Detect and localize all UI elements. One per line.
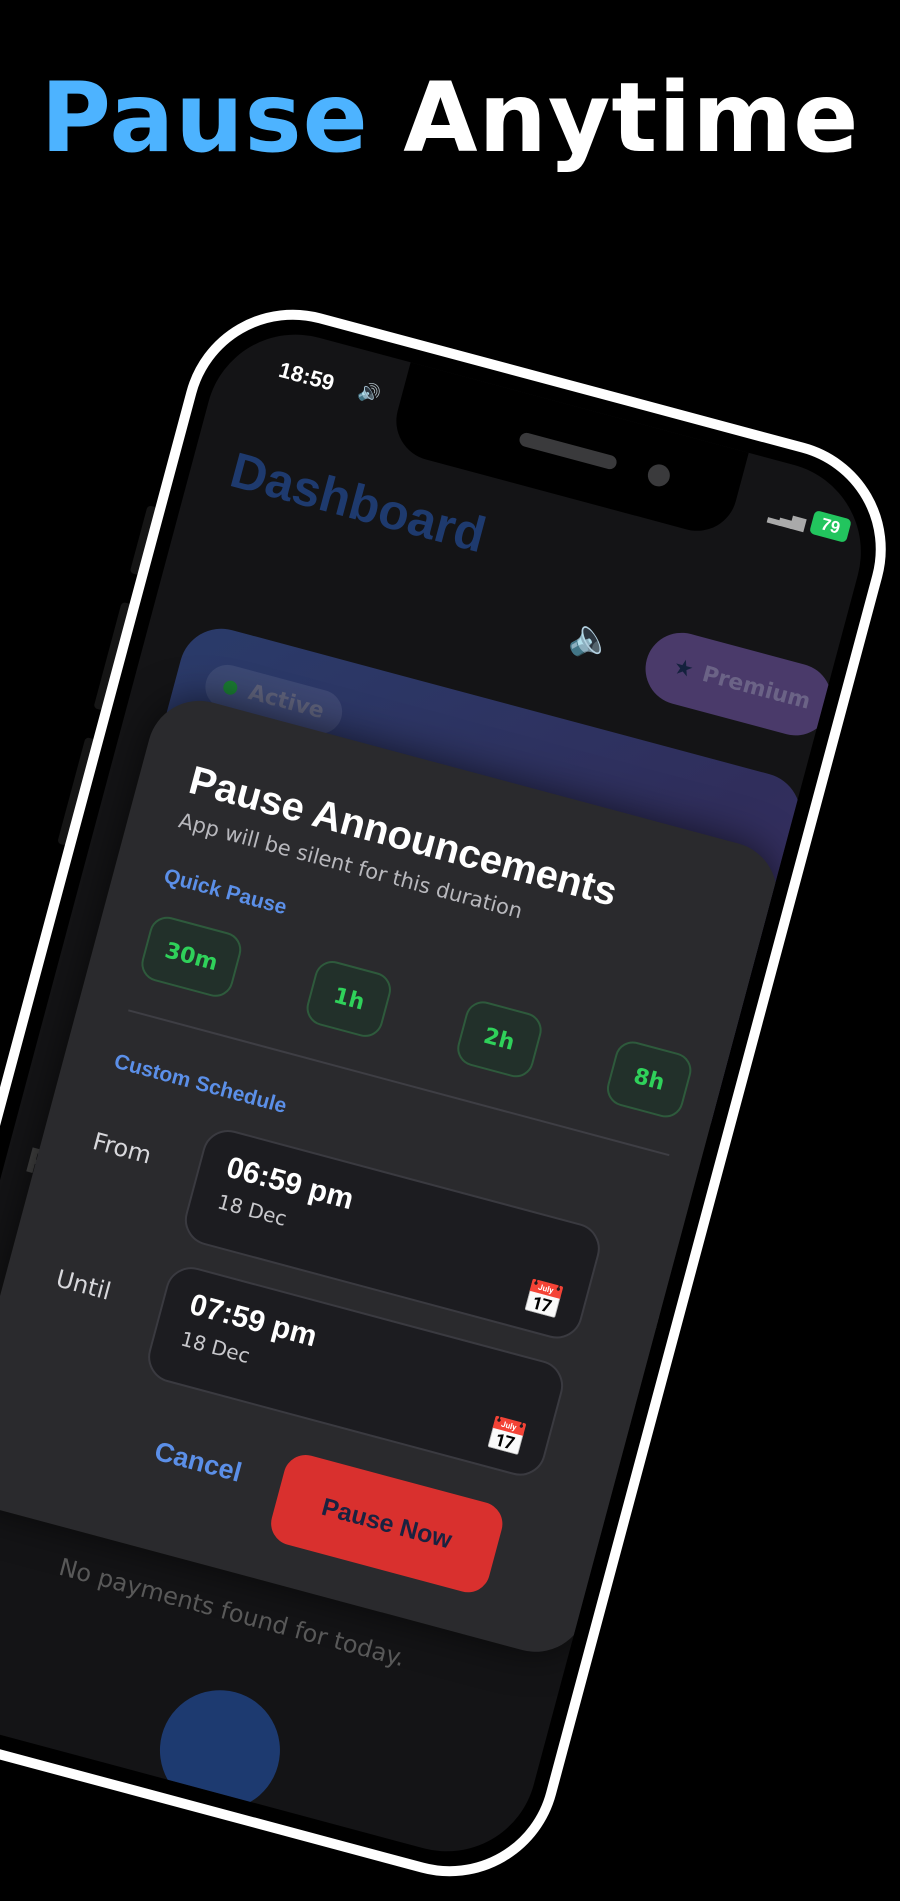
active-dot	[221, 679, 239, 697]
custom-schedule-label: Custom Schedule	[111, 1049, 290, 1119]
until-label: Until	[53, 1264, 114, 1306]
volume-icon[interactable]: 🔈	[565, 614, 619, 666]
pause-dialog: Pause Announcements App will be silent f…	[0, 689, 789, 1664]
calendar-edit-icon[interactable]: 📅	[483, 1413, 531, 1460]
quick-pause-8h[interactable]: 8h	[602, 1037, 696, 1122]
signal-icon: ▂▃▅	[766, 502, 807, 533]
calendar-edit-icon[interactable]: 📅	[520, 1276, 568, 1323]
phone-mockup: 18:59 🔊 ▂▃▅ 79 Dashboard 🔈 ★ Premium Acti…	[0, 285, 900, 1901]
quick-pause-30m[interactable]: 30m	[137, 912, 246, 1001]
speaker-status-icon: 🔊	[355, 380, 384, 407]
pause-now-button[interactable]: Pause Now	[266, 1450, 508, 1598]
earpiece	[517, 431, 619, 471]
quick-pause-1h[interactable]: 1h	[302, 957, 396, 1042]
headline-accent: Pause	[40, 62, 369, 174]
cancel-button[interactable]: Cancel	[151, 1436, 244, 1489]
quick-pause-2h[interactable]: 2h	[452, 997, 546, 1082]
premium-button[interactable]: ★ Premium	[637, 624, 840, 744]
phone-screen: 18:59 🔊 ▂▃▅ 79 Dashboard 🔈 ★ Premium Acti…	[0, 314, 882, 1872]
battery-badge: 79	[809, 510, 852, 544]
status-time: 18:59	[276, 356, 338, 396]
headline-rest: Anytime	[403, 62, 860, 174]
quick-pause-label: Quick Pause	[161, 864, 290, 920]
star-icon: ★	[670, 654, 697, 684]
from-label: From	[89, 1127, 155, 1170]
promo-headline: Pause Anytime	[0, 62, 900, 174]
front-camera	[645, 461, 673, 489]
premium-label: Premium	[699, 661, 814, 715]
